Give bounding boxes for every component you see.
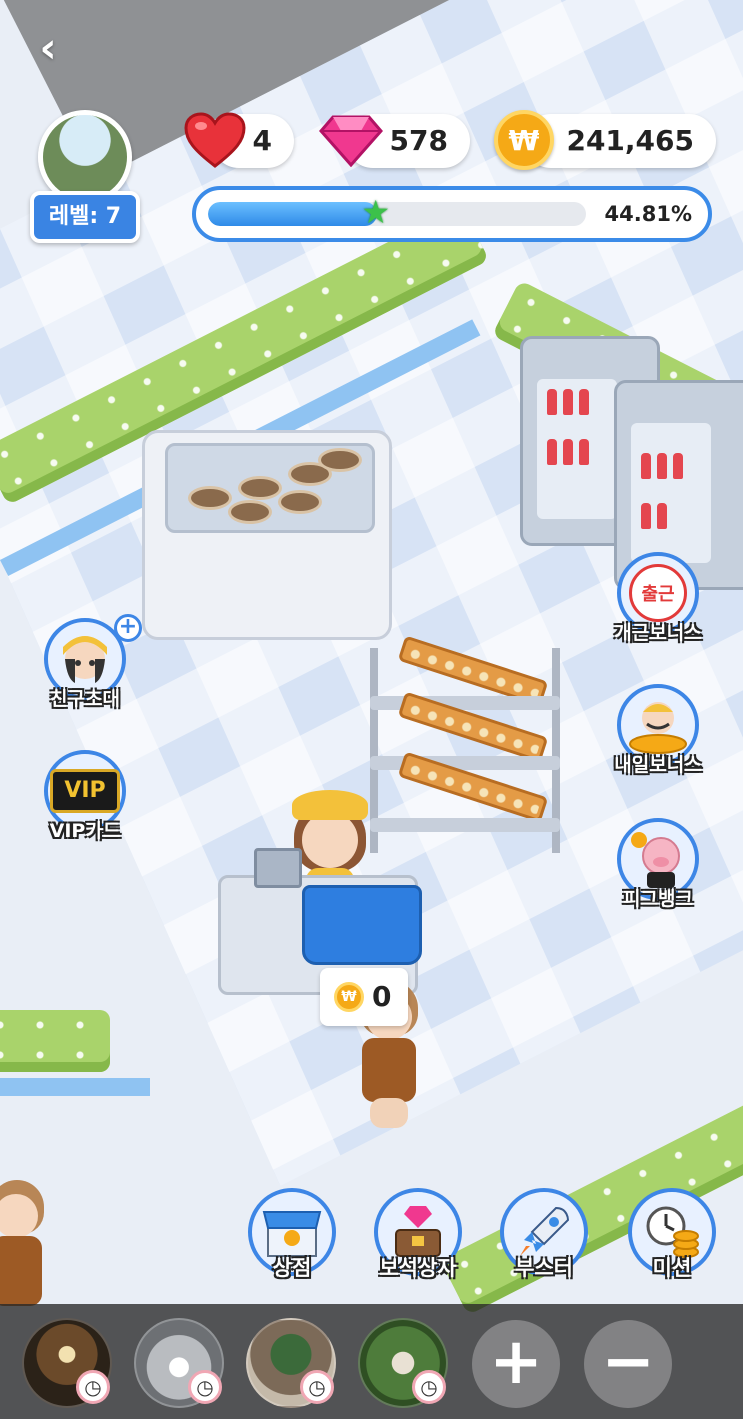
fridge-glass [537, 379, 617, 519]
zoom-in-button[interactable]: + [472, 1320, 560, 1408]
progress-percent: 44.81% [604, 202, 692, 226]
piggy-bank-label: 피그뱅크 [623, 888, 693, 910]
drink-bottle [563, 389, 573, 415]
drink-bottle [579, 439, 589, 465]
progress-fill [208, 202, 378, 226]
water-edge [0, 1078, 150, 1096]
ice-cream-cup [278, 490, 322, 514]
star-icon: ★ [361, 193, 391, 231]
freezer-glass-top [165, 443, 375, 533]
drink-bottle [547, 439, 557, 465]
shopping-basket [302, 885, 422, 965]
level-badge: 레벨: 7 [30, 191, 140, 243]
ice-cream-cup [318, 448, 362, 472]
coins-value: 241,465 [566, 124, 694, 157]
cashier-cap [292, 790, 368, 820]
gems-value: 578 [389, 124, 448, 157]
cash-register [254, 848, 302, 888]
shelf-board [370, 756, 560, 770]
drink-bottle [641, 503, 651, 529]
booster-label: 부스터 [515, 1256, 573, 1280]
piggy-bank-button[interactable]: 피그뱅크 [603, 814, 713, 924]
drink-bottle [563, 439, 573, 465]
customer-body [0, 1236, 42, 1306]
invite-friend-button[interactable]: + 친구초대 [30, 614, 142, 724]
booster-button[interactable]: 부스터 [496, 1188, 592, 1284]
plus-icon: + [114, 614, 142, 642]
drink-bottle [657, 503, 667, 529]
stamp-badge: 출근 [629, 564, 687, 622]
customer-body [362, 1038, 416, 1102]
mission-button[interactable]: 미션 [624, 1188, 720, 1284]
ice-cream-cup [238, 476, 282, 500]
shelf-board [370, 696, 560, 710]
zoom-out-button[interactable]: − [584, 1320, 672, 1408]
progress-track [208, 202, 586, 226]
clock-icon: ◷ [300, 1370, 334, 1404]
cashier-face [302, 812, 358, 868]
coin-symbol: ₩ [508, 123, 540, 157]
shop-label: 상점 [272, 1256, 312, 1280]
attendance-bonus-button[interactable]: 출근 개근보너스 [603, 548, 713, 658]
attendance-bonus-label: 개근보너스 [614, 622, 702, 644]
vip-card-button[interactable]: VIP VIP카드 [30, 746, 140, 856]
vip-card-label: VIP카드 [49, 820, 121, 842]
ice-cream-cup [188, 486, 232, 510]
register-coin-bubble[interactable]: ₩ 0 [320, 968, 408, 1026]
gem-chest-button[interactable]: 보석상자 [370, 1188, 466, 1284]
hedge [0, 1010, 110, 1072]
back-button[interactable]: ‹ [26, 26, 70, 70]
ice-cream-cup [228, 500, 272, 524]
tomorrow-bonus-button[interactable]: 내일보너스 [603, 680, 713, 790]
shop-button[interactable]: 상점 [244, 1188, 340, 1284]
heart-icon [183, 110, 247, 170]
drink-bottle [641, 453, 651, 479]
chevron-left-icon: ‹ [39, 23, 57, 72]
coin-icon: ₩ [494, 110, 554, 170]
gem-icon [318, 110, 384, 170]
invite-friend-label: 친구초대 [50, 688, 120, 710]
mission-label: 미션 [652, 1256, 692, 1280]
drink-bottle [579, 389, 589, 415]
clock-icon: ◷ [188, 1370, 222, 1404]
hearts-value: 4 [252, 124, 272, 157]
register-coin-amount: 0 [372, 980, 392, 1013]
customer-legs [370, 1098, 408, 1128]
tomorrow-bonus-label: 내일보너스 [614, 754, 702, 776]
player-avatar[interactable] [38, 110, 132, 204]
drink-bottle [673, 453, 683, 479]
bread-shelf[interactable] [370, 635, 560, 853]
clock-icon: ◷ [412, 1370, 446, 1404]
level-progress-bar: ★ 44.81% [192, 186, 712, 242]
ice-cream-freezer[interactable] [142, 430, 392, 640]
coin-icon: ₩ [334, 982, 364, 1012]
shelf-board [370, 818, 560, 832]
drink-bottle [547, 389, 557, 415]
gem-chest-label: 보석상자 [379, 1256, 457, 1280]
drink-bottle [657, 453, 667, 479]
vip-badge: VIP [50, 769, 120, 813]
clock-icon: ◷ [76, 1370, 110, 1404]
fridge-glass [631, 423, 711, 563]
